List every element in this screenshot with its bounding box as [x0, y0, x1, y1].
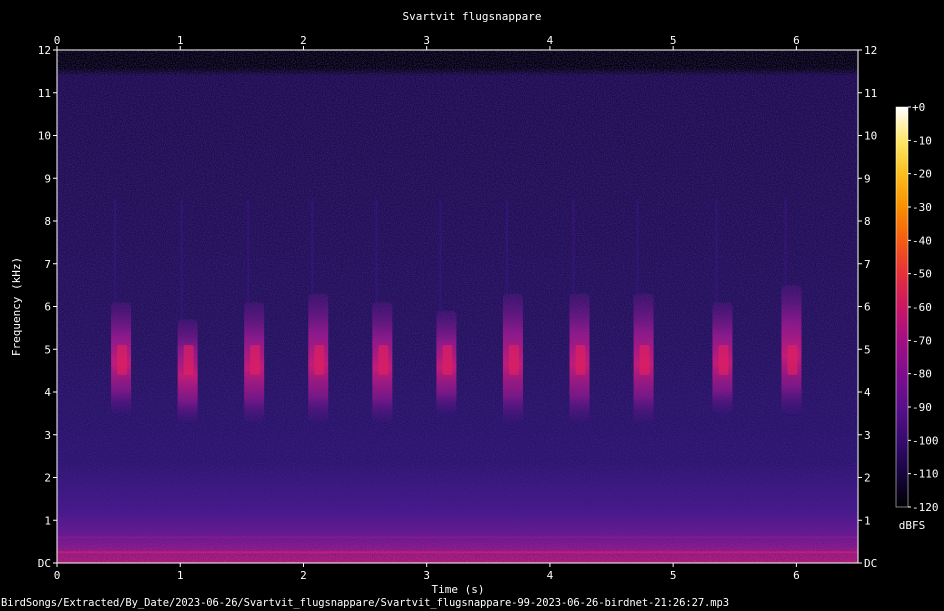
y-tick-label-right: 2 — [864, 472, 871, 485]
bird-call-core-5 — [378, 344, 389, 375]
y-tick-label-left: 4 — [44, 386, 51, 399]
y-tick-label-right: 6 — [864, 301, 871, 314]
bird-call-core-6 — [442, 344, 453, 375]
colorbar-tick-label: -10 — [912, 134, 932, 147]
bird-call-core-3 — [250, 344, 261, 375]
bird-call-core-11 — [787, 344, 798, 375]
colorbar-gradient — [896, 107, 908, 507]
colorbar-tick-label: -30 — [912, 201, 932, 214]
y-tick-label-right: 11 — [864, 87, 877, 100]
bird-call-core-7 — [508, 344, 519, 375]
y-tick-label-left: 5 — [44, 343, 51, 356]
y-tick-label-left: 10 — [38, 130, 51, 143]
bird-call-core-4 — [314, 344, 325, 375]
bird-call-core-1 — [117, 344, 128, 375]
low-frequency-band — [57, 551, 858, 554]
y-tick-label-left: 6 — [44, 301, 51, 314]
y-tick-label-left: 2 — [44, 472, 51, 485]
y-axis-label: Frequency (kHz) — [10, 257, 23, 356]
x-tick-label-top: 1 — [177, 34, 184, 47]
colorbar-tick-label: -80 — [912, 368, 932, 381]
x-tick-label-bottom: 4 — [547, 569, 554, 582]
bird-call-core-8 — [575, 344, 586, 375]
x-tick-label-top: 4 — [547, 34, 554, 47]
y-tick-label-right: 7 — [864, 258, 871, 271]
y-tick-label-right: 12 — [864, 44, 877, 57]
x-tick-label-top: 2 — [300, 34, 307, 47]
y-tick-label-left: DC — [38, 557, 51, 570]
y-tick-label-right: 3 — [864, 429, 871, 442]
y-tick-label-left: 7 — [44, 258, 51, 271]
colorbar-label: dBFS — [899, 519, 926, 532]
y-tick-label-right: 8 — [864, 215, 871, 228]
x-tick-label-bottom: 0 — [54, 569, 61, 582]
y-tick-label-left: 11 — [38, 87, 51, 100]
colorbar-tick-label: -110 — [912, 468, 939, 481]
x-tick-label-top: 3 — [423, 34, 430, 47]
x-tick-label-top: 6 — [793, 34, 800, 47]
low-frequency-band — [57, 536, 858, 539]
spectrogram-noise — [57, 50, 858, 563]
y-tick-label-left: 1 — [44, 514, 51, 527]
x-tick-label-bottom: 6 — [793, 569, 800, 582]
spectrogram-plot-area — [57, 50, 858, 563]
y-tick-label-left: 3 — [44, 429, 51, 442]
x-axis-label: Time (s) — [432, 583, 485, 596]
colorbar-tick-label: +0 — [912, 101, 925, 114]
y-tick-label-right: 9 — [864, 172, 871, 185]
x-tick-label-bottom: 1 — [177, 569, 184, 582]
colorbar-tick-label: -100 — [912, 434, 939, 447]
y-tick-label-right: 10 — [864, 130, 877, 143]
x-tick-label-bottom: 3 — [423, 569, 430, 582]
colorbar: +0 -10 -20 -30 -40 -50 -60 -70 -80 -90 -100 -110 -12… — [895, 101, 939, 514]
x-tick-label-top: 0 — [54, 34, 61, 47]
y-tick-label-right: 1 — [864, 514, 871, 527]
spectrogram-chart: 00112233445566DC DC1 12 23 34 45 56 67 78 89 910 10… — [10, 10, 939, 596]
colorbar-tick-label: -50 — [912, 268, 932, 281]
colorbar-tick-label: -40 — [912, 234, 932, 247]
x-tick-label-top: 5 — [670, 34, 677, 47]
bird-call-core-10 — [718, 344, 729, 375]
y-tick-label-left: 8 — [44, 215, 51, 228]
y-tick-label-right: 5 — [864, 343, 871, 356]
y-tick-label-right: 4 — [864, 386, 871, 399]
bird-call-core-9 — [639, 344, 650, 375]
chart-title: Svartvit flugsnappare — [402, 10, 541, 23]
x-tick-label-bottom: 5 — [670, 569, 677, 582]
y-tick-label-right: DC — [864, 557, 877, 570]
bird-call-core-2 — [183, 344, 194, 375]
y-tick-label-left: 9 — [44, 172, 51, 185]
colorbar-tick-label: -120 — [912, 501, 939, 514]
colorbar-tick-label: -60 — [912, 301, 932, 314]
y-tick-label-left: 12 — [38, 44, 51, 57]
colorbar-tick-label: -70 — [912, 334, 932, 347]
colorbar-tick-label: -90 — [912, 401, 932, 414]
x-tick-label-bottom: 2 — [300, 569, 307, 582]
colorbar-tick-label: -20 — [912, 168, 932, 181]
file-path-footer: BirdSongs/Extracted/By_Date/2023-06-26/S… — [1, 597, 729, 609]
